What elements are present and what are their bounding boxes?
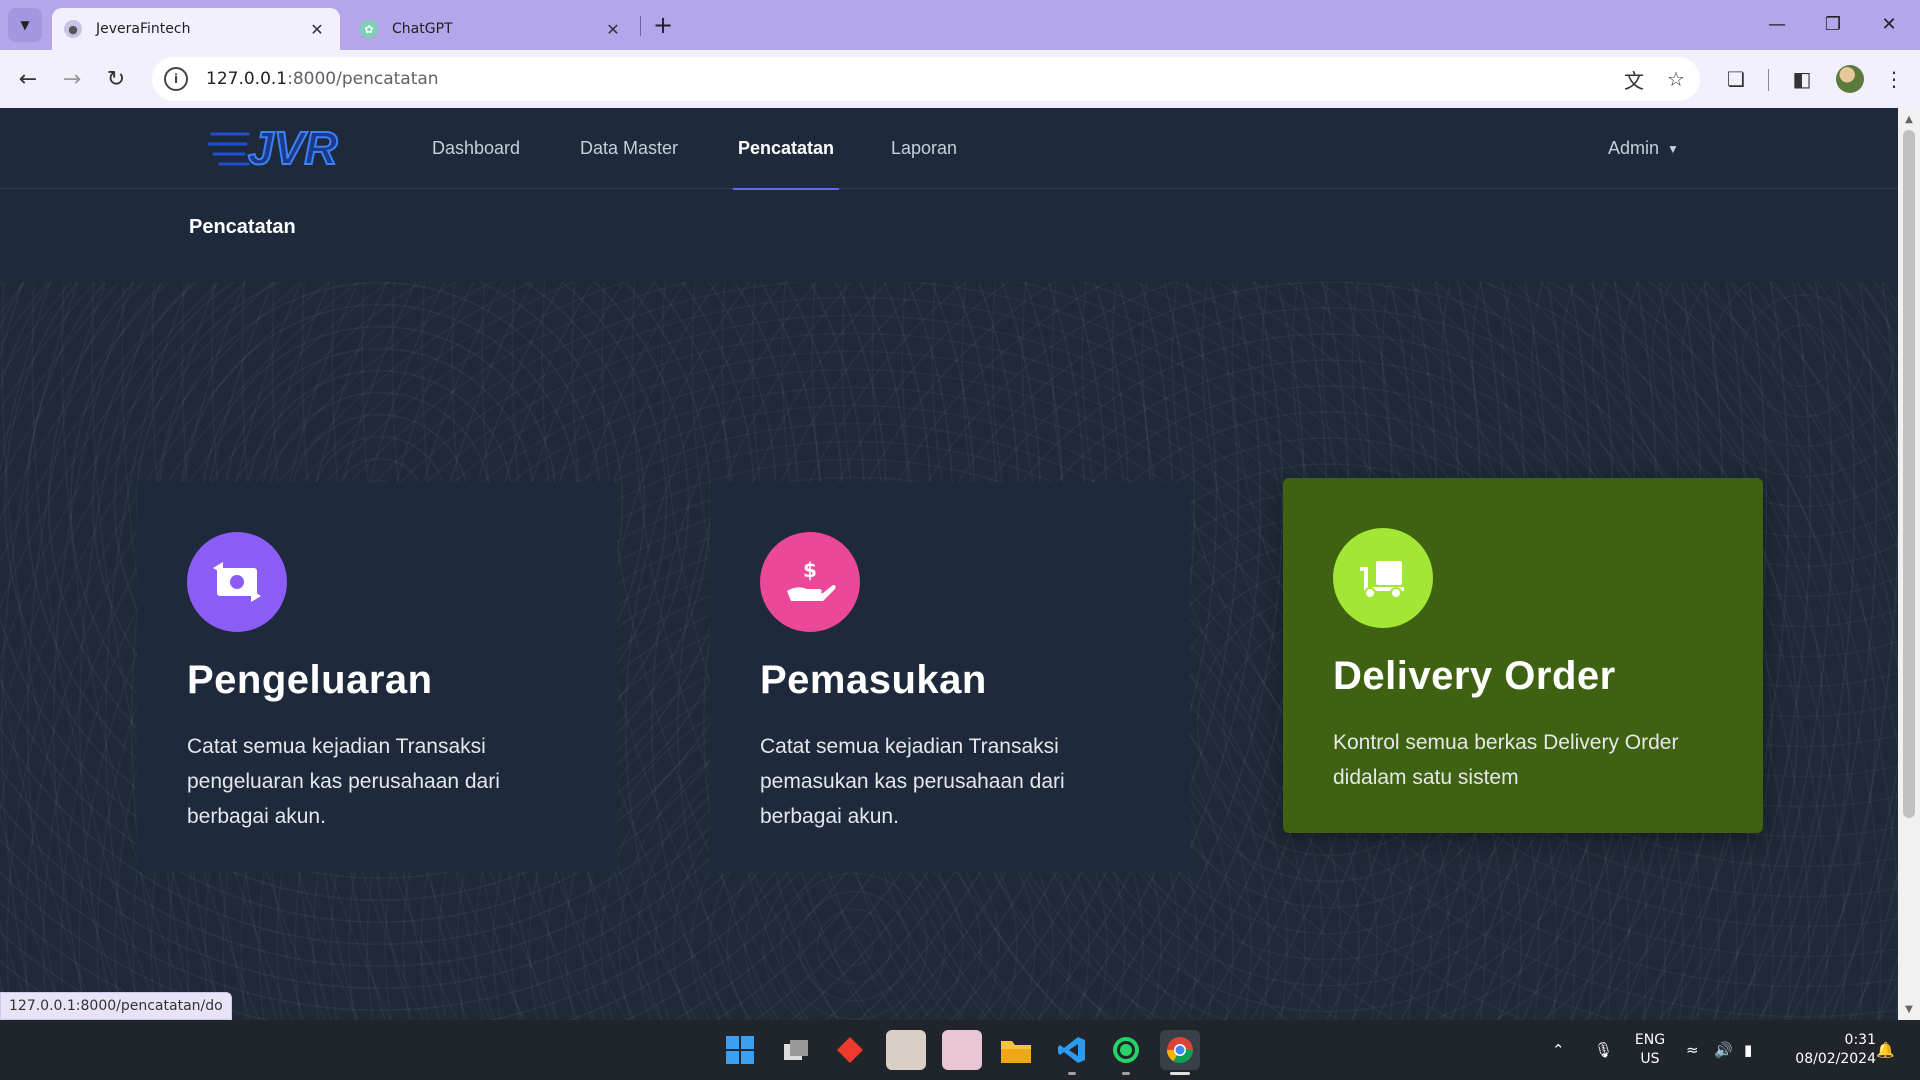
tab-chatgpt[interactable]: ✿ ChatGPT ✕ — [348, 8, 636, 50]
user-menu-label: Admin — [1608, 138, 1660, 158]
extensions-icon[interactable]: ❏ — [1718, 61, 1754, 97]
chrome-icon[interactable] — [1160, 1030, 1200, 1070]
tab-jeverafintech[interactable]: ● JeveraFintech ✕ — [52, 8, 340, 50]
web-page: JVR Dashboard Data Master Pencatatan Lap… — [0, 108, 1898, 1020]
scroll-down-arrow-icon[interactable]: ▼ — [1898, 1000, 1920, 1018]
pinned-app-icon[interactable] — [886, 1030, 926, 1070]
anydesk-icon[interactable] — [830, 1030, 870, 1070]
card-pemasukan[interactable]: $ Pemasukan Catat semua kejadian Transak… — [710, 482, 1190, 872]
delivery-truck-icon — [1333, 528, 1433, 628]
page-header: Pencatatan — [0, 190, 1898, 282]
address-bar[interactable]: i 127.0.0.1:8000/pencatatan 文 ☆ — [152, 57, 1700, 101]
jvr-logo[interactable]: JVR — [206, 120, 368, 175]
card-title: Pengeluaran — [187, 658, 433, 702]
tab-title: ChatGPT — [392, 21, 453, 37]
minimize-button[interactable]: — — [1752, 6, 1802, 42]
close-tab-icon[interactable]: ✕ — [306, 18, 328, 40]
restore-button[interactable]: ❐ — [1808, 6, 1858, 42]
notification-bell-icon[interactable]: 🔔 — [1876, 1020, 1895, 1080]
forward-button[interactable]: → — [54, 61, 90, 97]
show-hidden-icons-icon[interactable]: ⌃ — [1552, 1020, 1565, 1080]
wifi-icon[interactable]: ≈ — [1686, 1020, 1699, 1080]
user-menu[interactable]: Admin ▼ — [1608, 108, 1679, 189]
file-explorer-icon[interactable] — [996, 1030, 1036, 1070]
tab-search-button[interactable]: ▼ — [8, 8, 42, 42]
running-indicator — [1122, 1072, 1130, 1075]
chatgpt-icon: ✿ — [360, 20, 378, 38]
browser-tab-strip: ▼ ● JeveraFintech ✕ ✿ ChatGPT ✕ + — ❐ ✕ — [0, 0, 1920, 50]
card-delivery-order[interactable]: Delivery Order Kontrol semua berkas Deli… — [1283, 478, 1763, 833]
task-view-icon[interactable] — [776, 1030, 816, 1070]
tab-title: JeveraFintech — [96, 21, 191, 37]
profile-avatar[interactable] — [1836, 65, 1864, 93]
close-window-button[interactable]: ✕ — [1864, 6, 1914, 42]
content-area: Pengeluaran Catat semua kejadian Transak… — [0, 282, 1898, 1020]
scroll-up-arrow-icon[interactable]: ▲ — [1898, 110, 1920, 128]
site-info-icon[interactable]: i — [164, 67, 188, 91]
card-title: Delivery Order — [1333, 654, 1616, 698]
chevron-down-icon: ▼ — [20, 18, 30, 32]
active-indicator — [1170, 1072, 1190, 1075]
bookmark-star-icon[interactable]: ☆ — [1658, 61, 1694, 97]
card-pengeluaran[interactable]: Pengeluaran Catat semua kejadian Transak… — [137, 482, 617, 872]
translate-icon[interactable]: 文 — [1616, 61, 1652, 97]
url-text[interactable]: 127.0.0.1:8000/pencatatan — [206, 69, 1616, 89]
nav-dashboard[interactable]: Dashboard — [432, 108, 520, 189]
pinned-app-icon[interactable] — [942, 1030, 982, 1070]
svg-text:$: $ — [803, 558, 817, 582]
card-description: Kontrol semua berkas Delivery Order dida… — [1333, 731, 1679, 789]
browser-menu-icon[interactable]: ⋮ — [1876, 61, 1912, 97]
card-title: Pemasukan — [760, 658, 987, 702]
whatsapp-icon[interactable] — [1106, 1030, 1146, 1070]
running-indicator — [1068, 1072, 1076, 1075]
link-status-bubble: 127.0.0.1:8000/pencatatan/do — [0, 992, 232, 1020]
nav-laporan[interactable]: Laporan — [891, 108, 957, 189]
hand-dollar-icon: $ — [760, 532, 860, 632]
browser-toolbar: ← → ↻ i 127.0.0.1:8000/pencatatan 文 ☆ ❏ … — [0, 50, 1920, 108]
volume-icon[interactable]: 🔊 — [1714, 1020, 1733, 1080]
card-description: Catat semua kejadian Transaksi pengeluar… — [187, 735, 500, 828]
side-panel-icon[interactable]: ◧ — [1784, 61, 1820, 97]
windows-taskbar: ⌃ 🎙 ENG US ≈ 🔊 ▮ 0:31 08/02/2024 🔔 — [0, 1020, 1920, 1080]
vscode-icon[interactable] — [1052, 1030, 1092, 1070]
scrollbar-thumb[interactable] — [1903, 130, 1915, 818]
windows-start-icon[interactable] — [720, 1030, 760, 1070]
language-indicator[interactable]: ENG US — [1630, 1031, 1670, 1069]
page-scrollbar[interactable]: ▲ ▼ — [1898, 108, 1920, 1020]
tab-divider — [640, 16, 641, 36]
battery-icon[interactable]: ▮ — [1744, 1020, 1752, 1080]
money-exchange-icon — [187, 532, 287, 632]
svg-text:JVR: JVR — [248, 122, 337, 174]
clock[interactable]: 0:31 08/02/2024 — [1780, 1031, 1876, 1069]
toolbar-divider — [1768, 69, 1769, 91]
close-tab-icon[interactable]: ✕ — [602, 18, 624, 40]
globe-icon: ● — [64, 20, 82, 38]
page-title: Pencatatan — [189, 216, 296, 238]
card-description: Catat semua kejadian Transaksi pemasukan… — [760, 735, 1065, 828]
nav-pencatatan[interactable]: Pencatatan — [732, 108, 840, 190]
new-tab-button[interactable]: + — [648, 10, 678, 40]
reload-button[interactable]: ↻ — [98, 61, 134, 97]
back-button[interactable]: ← — [10, 61, 46, 97]
chevron-down-icon: ▼ — [1667, 141, 1679, 156]
nav-data-master[interactable]: Data Master — [580, 108, 678, 189]
app-navbar: JVR Dashboard Data Master Pencatatan Lap… — [0, 108, 1898, 190]
microphone-icon[interactable]: 🎙 — [1594, 1020, 1613, 1080]
